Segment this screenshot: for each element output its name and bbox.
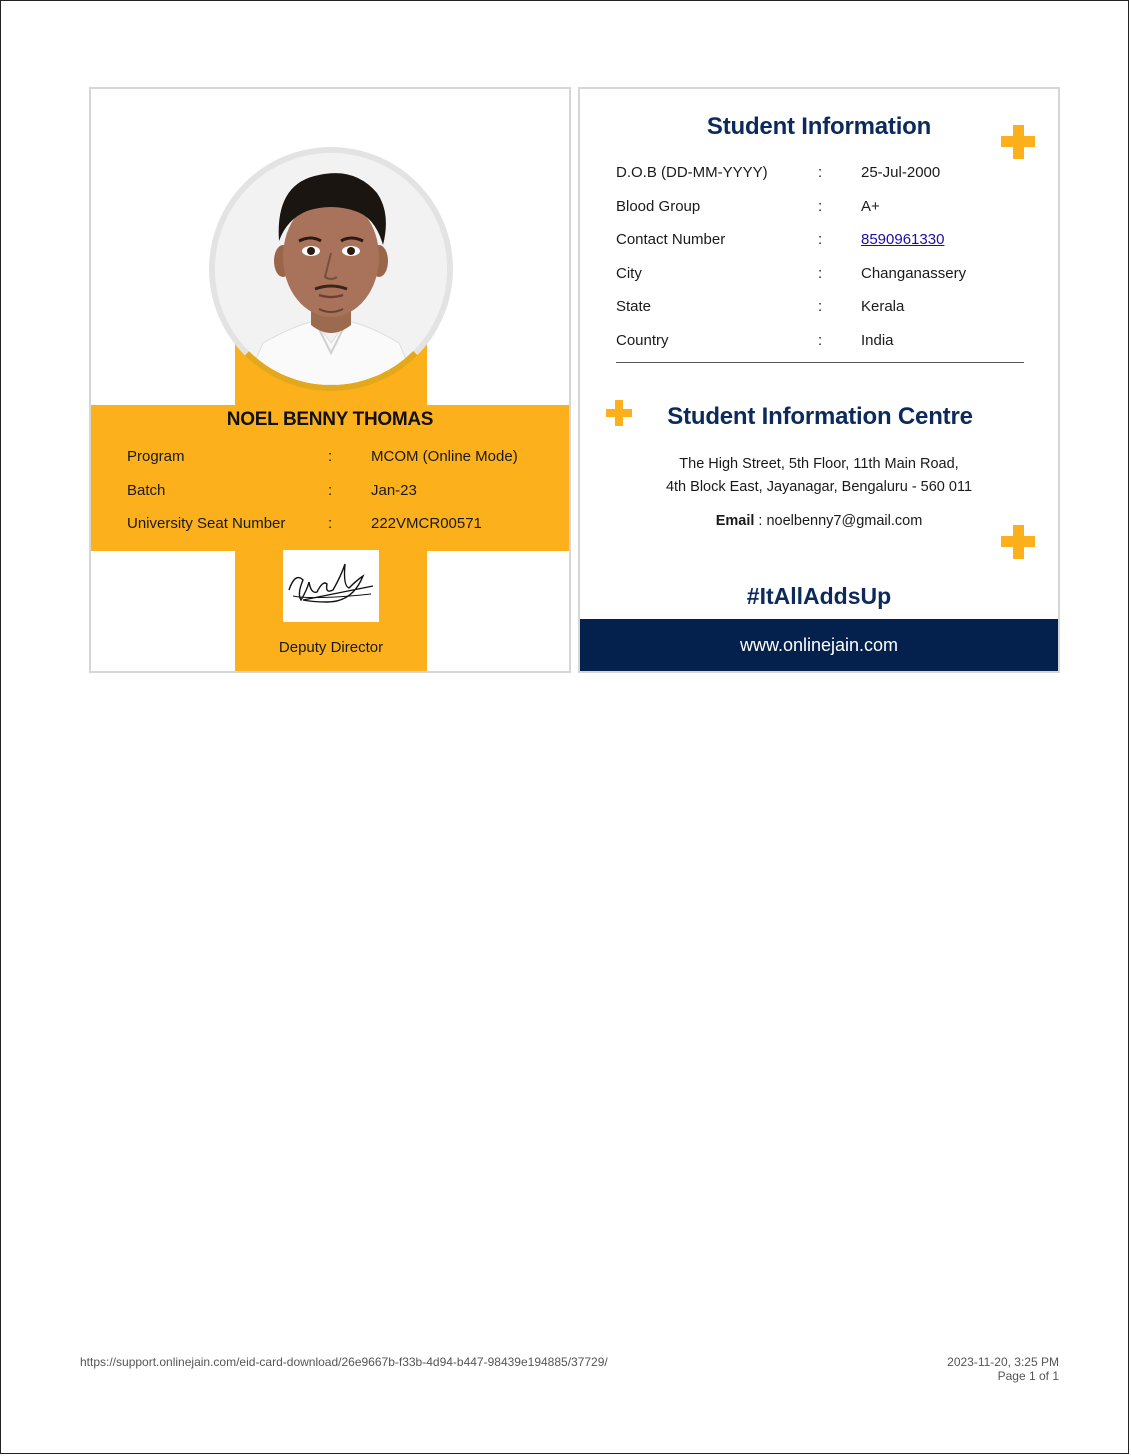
info-row-blood-group: Blood Group : A+	[616, 192, 1026, 226]
contact-number-link[interactable]: 8590961330	[861, 231, 944, 248]
id-card-front: NOEL BENNY THOMAS Program : MCOM (Online…	[89, 87, 571, 673]
detail-label: Batch	[127, 481, 166, 499]
detail-row-seat-number: University Seat Number : 222VMCR00571	[127, 511, 567, 545]
info-row-dob: D.O.B (DD-MM-YYYY) : 25-Jul-2000	[616, 158, 1026, 192]
detail-separator: :	[328, 481, 333, 499]
info-label: Blood Group	[616, 197, 701, 215]
info-value: Changanassery	[861, 264, 967, 282]
student-name: NOEL BENNY THOMAS	[226, 409, 434, 430]
website-link[interactable]: www.onlinejain.com	[580, 619, 1058, 671]
email-value: : noelbenny7@gmail.com	[754, 513, 923, 529]
print-meta: 2023-11-20, 3:25 PM Page 1 of 1	[947, 1355, 1059, 1383]
divider	[616, 362, 1024, 363]
hashtag-slogan: #ItAllAddsUp	[746, 583, 892, 609]
info-separator: :	[818, 164, 823, 181]
detail-separator: :	[328, 515, 333, 532]
detail-separator: :	[328, 448, 333, 465]
info-label: Contact Number	[616, 231, 726, 249]
information-centre-title: Student Information Centre	[667, 403, 973, 430]
page-number: Page 1 of 1	[997, 1369, 1059, 1383]
info-separator: :	[818, 298, 823, 316]
info-label: Country	[616, 331, 669, 349]
address-line: 4th Block East, Jayanagar, Bengaluru - 5…	[665, 479, 973, 495]
info-value: A+	[861, 197, 880, 215]
info-separator: :	[818, 231, 823, 249]
student-info-table: D.O.B (DD-MM-YYYY) : 25-Jul-2000 Blood G…	[616, 158, 1026, 360]
info-separator: :	[818, 197, 823, 215]
detail-row-batch: Batch : Jan-23	[127, 478, 567, 512]
detail-label: University Seat Number	[127, 515, 286, 532]
detail-value: 222VMCR00571	[371, 515, 482, 532]
info-label: D.O.B (DD-MM-YYYY)	[616, 164, 768, 181]
print-datetime: 2023-11-20, 3:25 PM	[947, 1355, 1059, 1369]
info-value: Kerala	[861, 298, 905, 316]
email-line: Email : noelbenny7@gmail.com	[580, 513, 1058, 529]
detail-value: MCOM (Online Mode)	[371, 448, 518, 465]
address-line: The High Street, 5th Floor, 11th Main Ro…	[679, 456, 959, 472]
detail-label: Program	[127, 448, 185, 465]
info-label: State	[616, 298, 652, 316]
info-row-city: City : Changanassery	[616, 259, 1026, 293]
program-details: Program : MCOM (Online Mode) Batch : Jan…	[127, 444, 567, 545]
info-row-state: State : Kerala	[616, 292, 1026, 326]
centre-address: The High Street, 5th Floor, 11th Main Ro…	[580, 453, 1058, 499]
plus-icon	[1001, 125, 1035, 159]
info-separator: :	[818, 264, 823, 282]
id-card-back: Student Information D.O.B (DD-MM-YYYY) :…	[578, 87, 1060, 673]
signature-image	[283, 550, 379, 622]
info-row-country: Country : India	[616, 326, 1026, 360]
detail-value: Jan-23	[371, 481, 417, 499]
detail-row-program: Program : MCOM (Online Mode)	[127, 444, 567, 478]
student-photo	[215, 153, 447, 385]
info-label: City	[616, 264, 642, 282]
print-url: https://support.onlinejain.com/eid-card-…	[80, 1355, 608, 1369]
signatory-title: Deputy Director	[278, 639, 384, 656]
email-label: Email	[715, 513, 755, 529]
info-value: India	[861, 331, 894, 349]
student-information-title: Student Information	[706, 113, 932, 140]
plus-icon	[1001, 525, 1035, 559]
info-row-contact: Contact Number : 8590961330	[616, 225, 1026, 259]
plus-icon	[606, 400, 632, 426]
info-separator: :	[818, 331, 823, 349]
info-value: 25-Jul-2000	[861, 164, 941, 181]
